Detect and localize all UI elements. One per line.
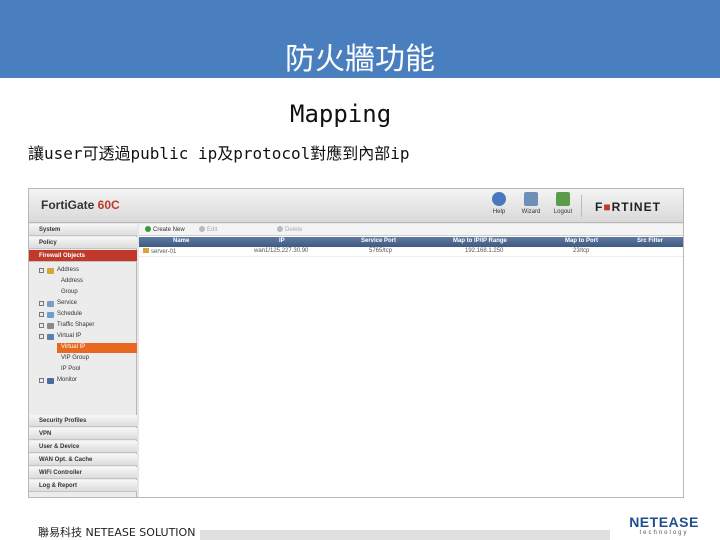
model-highlight: 60C (97, 198, 120, 212)
sidebar-item-wifi-controller[interactable]: WiFi Controller (29, 467, 137, 479)
plus-icon (145, 226, 151, 232)
sidebar-item-security-profiles[interactable]: Security Profiles (29, 415, 137, 427)
wizard-label: Wizard (521, 209, 541, 215)
brand-logo: NETEASE technology (622, 514, 706, 536)
brand-tagline: technology (639, 530, 689, 536)
help-icon (492, 192, 506, 206)
cell-map-ip: 192.168.1.250 (465, 248, 504, 254)
expand-icon[interactable] (39, 301, 44, 306)
folder-icon (47, 268, 54, 274)
tree-item-address-group[interactable]: Group (29, 288, 137, 298)
edit-button[interactable]: Edit (199, 226, 217, 233)
tree-label: Virtual IP (61, 344, 86, 350)
tree-item-address-list[interactable]: Address (29, 277, 137, 287)
help-label: Help (492, 209, 506, 215)
sidebar-item-firewall-objects[interactable]: Firewall Objects (29, 250, 137, 262)
shaper-icon (47, 323, 54, 329)
cell-name-text: server-01 (151, 249, 177, 255)
main-panel: Create New Edit Delete Name IP Service P… (139, 224, 683, 497)
tree-label: Address (61, 278, 84, 284)
device-model: FortiGate 60C (41, 198, 120, 212)
column-header-name[interactable]: Name (173, 238, 189, 244)
edit-icon (199, 226, 205, 232)
help-button[interactable]: Help (484, 192, 514, 220)
tree-label: Monitor (57, 377, 78, 383)
collapse-icon[interactable] (39, 268, 44, 273)
sidebar-item-policy[interactable]: Policy (29, 237, 137, 249)
edit-label: Edit (207, 227, 218, 233)
create-new-button[interactable]: Create New (145, 226, 185, 233)
logo-mark: ■ (603, 200, 612, 214)
tree-item-service[interactable]: Service (29, 299, 137, 309)
tree-label: Virtual IP (57, 333, 82, 339)
sidebar-item-vpn[interactable]: VPN (29, 428, 137, 440)
vip-icon (143, 248, 149, 253)
logo-part-2: RTINET (611, 200, 661, 214)
slide-header: 防火牆功能 (0, 0, 720, 88)
tree-item-monitor[interactable]: Monitor (29, 376, 137, 386)
delete-label: Delete (285, 227, 303, 233)
tree-label: Group (61, 289, 78, 295)
cell-map-port: 23/tcp (573, 248, 590, 254)
expand-icon[interactable] (39, 378, 44, 383)
sidebar-item-log-report[interactable]: Log & Report (29, 480, 137, 492)
tree-item-vip-group[interactable]: VIP Group (29, 354, 137, 364)
tree-item-virtual-ip-list[interactable]: Virtual IP (29, 343, 137, 353)
column-header-ip[interactable]: IP (279, 238, 285, 244)
tree-label: IP Pool (61, 366, 81, 372)
table-header: Name IP Service Port Map to IP/IP Range … (139, 237, 683, 247)
cell-name: server-01 (143, 248, 176, 255)
collapse-icon[interactable] (39, 334, 44, 339)
tree-label: Traffic Shaper (57, 322, 95, 328)
tree-item-traffic-shaper[interactable]: Traffic Shaper (29, 321, 137, 331)
topbar-divider (581, 195, 582, 217)
tree-label: Service (57, 300, 78, 306)
create-new-label: Create New (153, 227, 185, 233)
sidebar-item-system[interactable]: System (29, 224, 137, 236)
service-icon (47, 301, 54, 307)
tree-item-ip-pool[interactable]: IP Pool (29, 365, 137, 375)
model-prefix: FortiGate (41, 198, 98, 212)
column-header-service-port[interactable]: Service Port (361, 238, 396, 244)
delete-icon (277, 226, 283, 232)
logout-label: Logout (553, 209, 573, 215)
sidebar: System Policy Firewall Objects Address A… (29, 224, 137, 497)
tree-item-virtual-ip[interactable]: Virtual IP (29, 332, 137, 342)
slide-subtitle: Mapping (290, 100, 392, 128)
column-header-map-port[interactable]: Map to Port (565, 238, 598, 244)
fortigate-screenshot: FortiGate 60C Help Wizard Logout F■RTINE… (28, 188, 684, 498)
brand-name: NETEASE (629, 514, 699, 530)
column-header-map-ip[interactable]: Map to IP/IP Range (453, 238, 507, 244)
fortigate-topbar: FortiGate 60C Help Wizard Logout F■RTINE… (29, 189, 683, 223)
slide-description: 讓user可透過public ip及protocol對應到內部ip (28, 144, 410, 163)
tree-item-schedule[interactable]: Schedule (29, 310, 137, 320)
virtual-ip-icon (47, 334, 54, 340)
tree-label: Schedule (57, 311, 83, 317)
wizard-button[interactable]: Wizard (516, 192, 546, 220)
tree-label: VIP Group (61, 355, 89, 361)
schedule-icon (47, 312, 54, 318)
toolbar: Create New Edit Delete (139, 224, 683, 236)
sidebar-item-user-device[interactable]: User & Device (29, 441, 137, 453)
logout-icon (556, 192, 570, 206)
expand-icon[interactable] (39, 323, 44, 328)
delete-button[interactable]: Delete (277, 226, 302, 233)
cell-ip: wan1/125.227.30.90 (254, 248, 309, 254)
footer-bar (200, 530, 610, 540)
table-row[interactable]: server-01 wan1/125.227.30.90 5765/tcp 19… (139, 247, 683, 257)
wizard-icon (524, 192, 538, 206)
tree-item-address[interactable]: Address (29, 266, 137, 276)
expand-icon[interactable] (39, 312, 44, 317)
slide-title: 防火牆功能 (285, 42, 435, 77)
cell-service-port: 5765/tcp (369, 248, 393, 254)
fortinet-logo: F■RTINET (595, 200, 661, 214)
monitor-icon (47, 378, 54, 384)
tree-label: Address (57, 267, 80, 273)
footer-text: 聯易科技 NETEASE SOLUTION (38, 526, 196, 539)
sidebar-item-wan-opt[interactable]: WAN Opt. & Cache (29, 454, 137, 466)
logout-button[interactable]: Logout (548, 192, 578, 220)
column-header-src-filter[interactable]: Src Filter (637, 238, 663, 244)
